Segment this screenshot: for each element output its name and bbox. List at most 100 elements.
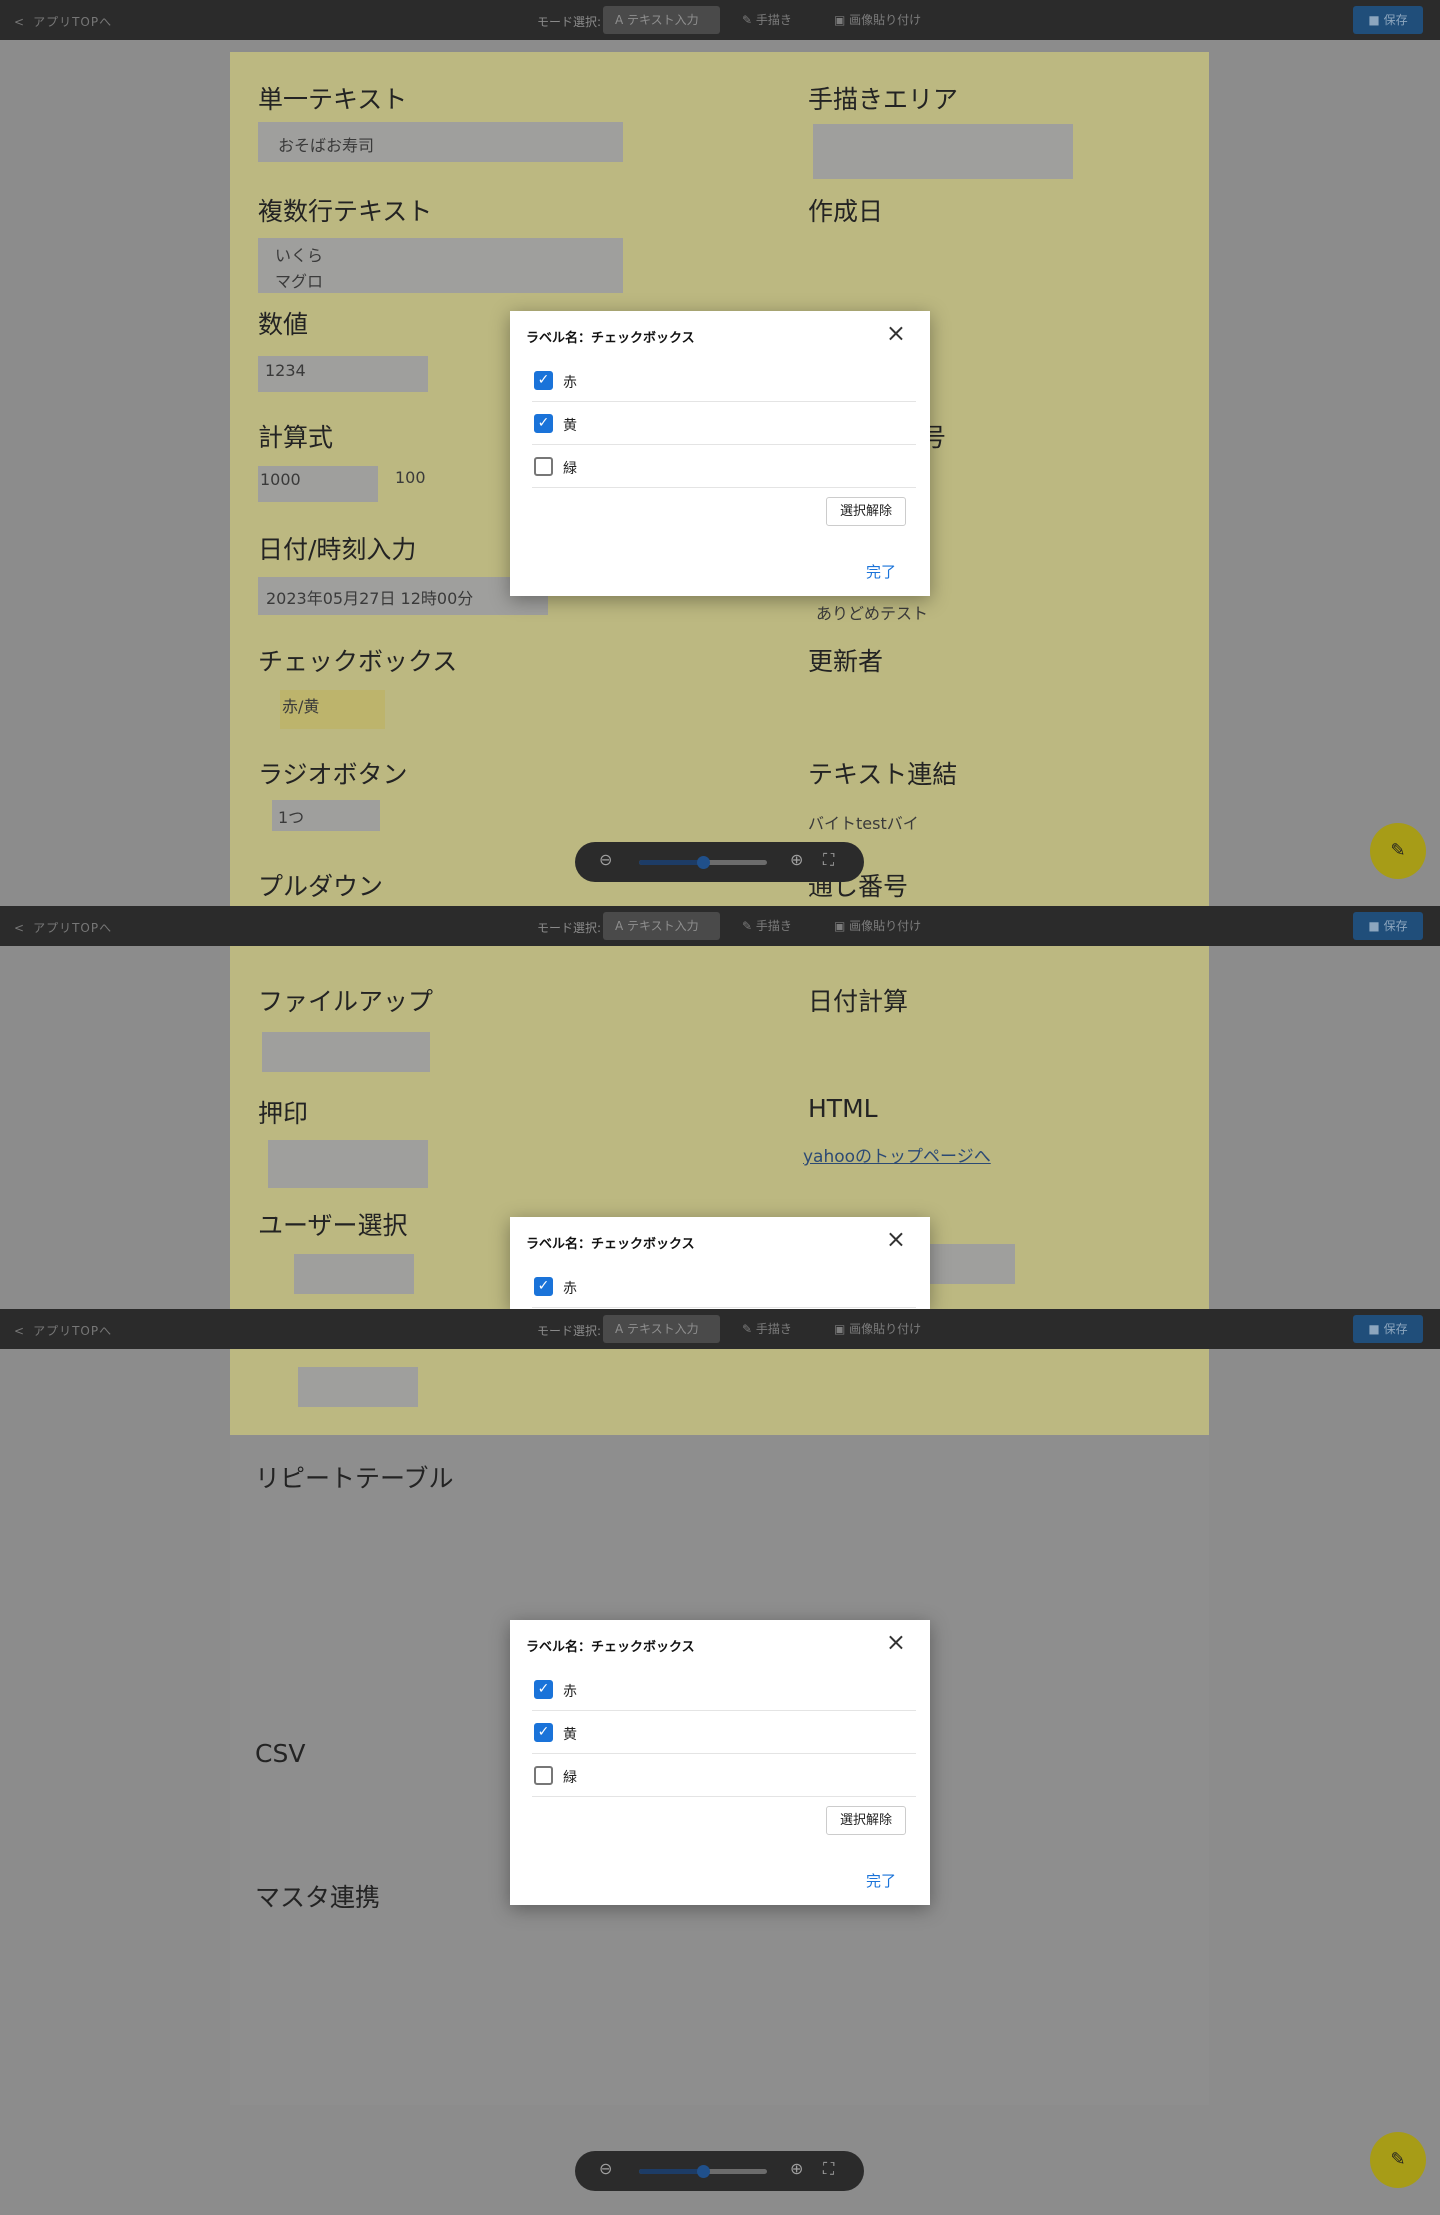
close-icon[interactable]: × — [886, 1225, 906, 1253]
field-label: 作成日 — [808, 197, 884, 226]
mode-image-paste-button[interactable]: ▣ 画像貼り付け — [822, 1315, 933, 1343]
zoom-slider-handle[interactable] — [697, 856, 710, 869]
mode-label: 画像貼り付け — [849, 13, 922, 27]
option-label: 緑 — [563, 1770, 577, 1786]
pencil-icon: ✎ — [742, 1322, 756, 1336]
close-icon[interactable]: × — [886, 319, 906, 347]
field-label: 手描きエリア — [808, 85, 959, 114]
number-value: 1234 — [265, 361, 306, 380]
pencil-icon: ✎ — [742, 13, 756, 27]
modal-title: ラベル名：チェックボックス — [526, 1640, 695, 1655]
save-button[interactable]: ■ 保存 — [1353, 6, 1423, 34]
checkbox-modal: ラベル名：チェックボックス × ✓ 赤 ✓ 黄 緑 選択解除 完了 — [510, 311, 930, 596]
option-row[interactable]: ✓ 黄 — [532, 1711, 916, 1754]
option-row[interactable]: ✓ 黄 — [532, 402, 916, 445]
option-row[interactable]: ✓ 赤 — [532, 1668, 916, 1711]
top-toolbar: < アプリTOPへ モード選択: A テキスト入力 ✎ 手描き ▣ 画像貼り付け … — [0, 0, 1440, 40]
checkbox-unchecked[interactable] — [534, 457, 553, 476]
mode-text-input-button[interactable]: A テキスト入力 — [603, 912, 720, 940]
done-button[interactable]: 完了 — [866, 561, 896, 582]
option-label: 緑 — [563, 461, 577, 477]
mode-handwriting-button[interactable]: ✎ 手描き — [730, 912, 804, 940]
field-label: CSV — [255, 1739, 306, 1768]
back-to-app-top-link[interactable]: < アプリTOPへ — [14, 1322, 112, 1339]
zoom-slider-fill — [639, 2169, 703, 2174]
field-label: 複数行テキスト — [258, 197, 433, 226]
mode-image-paste-button[interactable]: ▣ 画像貼り付け — [822, 6, 933, 34]
option-row[interactable]: ✓ 赤 — [532, 1265, 916, 1308]
back-label: アプリTOPへ — [33, 15, 113, 29]
back-to-app-top-link[interactable]: < アプリTOPへ — [14, 13, 112, 30]
checkbox-checked[interactable]: ✓ — [534, 414, 553, 433]
mode-label: 手描き — [755, 919, 792, 933]
edit-fab-button[interactable]: ✎ — [1370, 2132, 1426, 2188]
option-row[interactable]: 緑 — [532, 1754, 916, 1797]
field-label: ファイルアップ — [258, 987, 434, 1016]
mode-label: テキスト入力 — [627, 1322, 699, 1336]
field-label: リピートテーブル — [255, 1464, 454, 1493]
zoom-slider-handle[interactable] — [697, 2165, 710, 2178]
form-page-top — [230, 1349, 1209, 1435]
clear-selection-button[interactable]: 選択解除 — [826, 497, 906, 526]
option-label: 赤 — [563, 375, 577, 391]
field-label: プルダウン — [258, 872, 384, 901]
zoom-out-icon[interactable]: ⊖ — [599, 850, 612, 869]
back-to-app-top-link[interactable]: < アプリTOPへ — [14, 919, 112, 936]
chevron-left-icon: < — [14, 15, 26, 29]
checkbox-checked[interactable]: ✓ — [534, 1680, 553, 1699]
field-label: HTML — [808, 1094, 878, 1123]
field-label: 単一テキスト — [258, 85, 408, 114]
user-select-field[interactable] — [294, 1254, 414, 1294]
image-icon: ▣ — [834, 919, 850, 933]
fullscreen-icon[interactable]: ⛶ — [823, 850, 834, 870]
mode-handwriting-button[interactable]: ✎ 手描き — [730, 1315, 804, 1343]
html-link[interactable]: yahooのトップページへ — [803, 1142, 991, 1167]
checkbox-unchecked[interactable] — [534, 1766, 553, 1785]
stamp-field[interactable] — [268, 1140, 428, 1188]
mode-select-label: モード選択: — [537, 15, 602, 29]
radio-value: 1つ — [278, 808, 305, 827]
close-icon[interactable]: × — [886, 1628, 906, 1656]
checkbox-checked[interactable]: ✓ — [534, 1723, 553, 1742]
zoom-in-icon[interactable]: ⊕ — [790, 2159, 803, 2178]
file-upload-field[interactable] — [262, 1032, 430, 1072]
field-label: 更新者 — [808, 647, 884, 676]
save-button[interactable]: ■ 保存 — [1353, 1315, 1423, 1343]
option-row[interactable]: 緑 — [532, 445, 916, 488]
save-button[interactable]: ■ 保存 — [1353, 912, 1423, 940]
checkbox-checked[interactable]: ✓ — [534, 1277, 553, 1296]
option-label: 赤 — [563, 1281, 577, 1297]
mode-select-label: モード選択: — [537, 1324, 602, 1338]
floppy-icon: ■ — [1368, 13, 1384, 27]
formula-value-b: 100 — [395, 468, 426, 487]
edit-fab-button[interactable]: ✎ — [1370, 823, 1426, 879]
zoom-control: ⊖ ⊕ ⛶ — [575, 2151, 864, 2191]
zoom-slider-fill — [639, 860, 703, 865]
partial-field[interactable] — [298, 1367, 418, 1407]
text-icon: A — [615, 1322, 628, 1336]
checkbox-checked[interactable]: ✓ — [534, 371, 553, 390]
option-label: 黄 — [563, 418, 577, 434]
fullscreen-icon[interactable]: ⛶ — [823, 2159, 834, 2179]
single-text-value: おそばお寿司 — [278, 136, 375, 155]
handwriting-area-field[interactable] — [813, 124, 1073, 179]
multiline-text-line: マグロ — [275, 272, 324, 291]
save-label: 保存 — [1383, 919, 1408, 933]
mode-select-label: モード選択: — [537, 921, 602, 935]
zoom-out-icon[interactable]: ⊖ — [599, 2159, 612, 2178]
done-button[interactable]: 完了 — [866, 1870, 896, 1891]
image-icon: ▣ — [834, 1322, 850, 1336]
mode-handwriting-button[interactable]: ✎ 手描き — [730, 6, 804, 34]
edit-note-icon: ✎ — [1390, 840, 1406, 861]
option-row[interactable]: ✓ 赤 — [532, 359, 916, 402]
partial-field[interactable] — [930, 1244, 1015, 1284]
field-label: テキスト連結 — [808, 760, 958, 789]
option-label: 黄 — [563, 1727, 577, 1743]
mode-text-input-button[interactable]: A テキスト入力 — [603, 1315, 720, 1343]
mode-text-input-button[interactable]: A テキスト入力 — [603, 6, 720, 34]
clear-selection-button[interactable]: 選択解除 — [826, 1806, 906, 1835]
mode-image-paste-button[interactable]: ▣ 画像貼り付け — [822, 912, 933, 940]
option-label: 赤 — [563, 1684, 577, 1700]
checkbox-value: 赤/黄 — [282, 697, 320, 716]
zoom-in-icon[interactable]: ⊕ — [790, 850, 803, 869]
